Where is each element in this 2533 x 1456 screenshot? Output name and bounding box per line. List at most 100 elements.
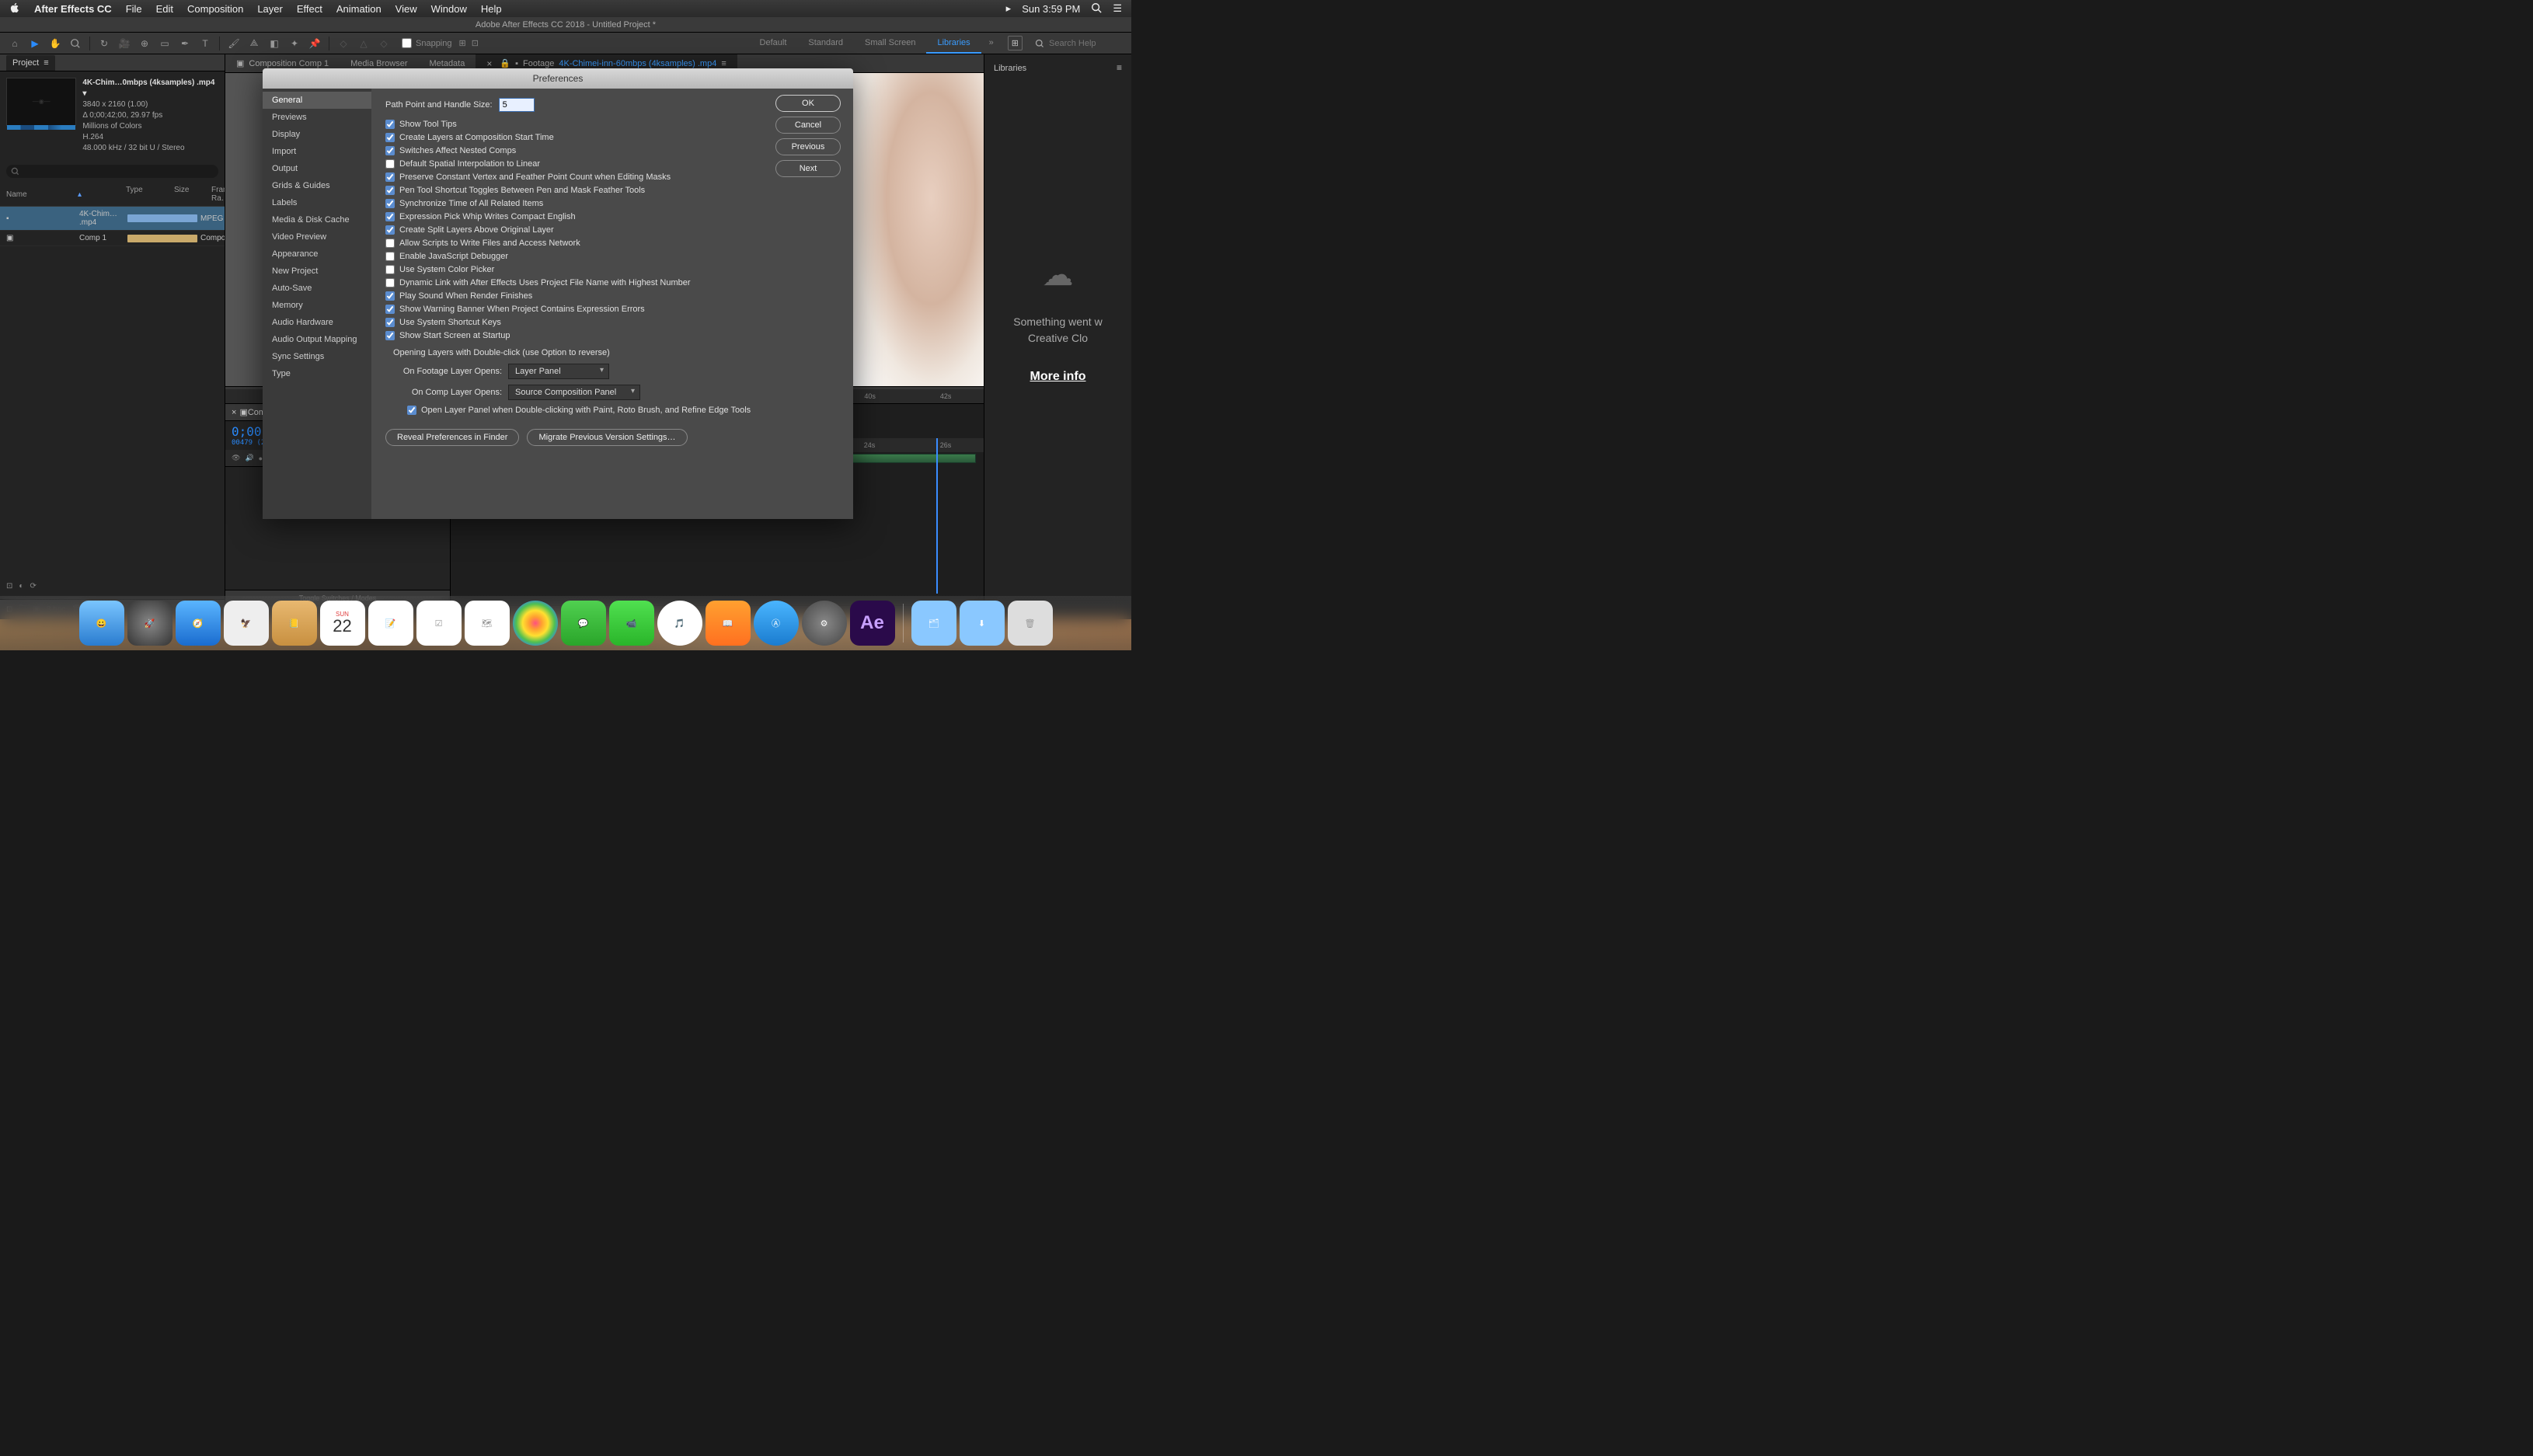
label-swatch[interactable] [127,214,197,222]
safari-icon[interactable]: 🧭 [176,601,221,646]
path-size-input[interactable] [499,98,535,112]
prefs-cat-audio-hw[interactable]: Audio Hardware [263,314,371,331]
menu-view[interactable]: View [395,3,417,15]
prefs-cat-import[interactable]: Import [263,143,371,160]
menu-window[interactable]: Window [431,3,467,15]
prefs-cat-video-preview[interactable]: Video Preview [263,228,371,246]
menu-effect[interactable]: Effect [297,3,322,15]
playhead[interactable] [936,438,938,594]
workspace-standard[interactable]: Standard [797,33,854,54]
itunes-icon[interactable]: 🎵 [657,601,702,646]
text-tool-icon[interactable]: T [197,35,214,52]
zoom-tool-icon[interactable] [67,35,84,52]
puppet-tool-icon[interactable]: 📌 [306,35,323,52]
menu-help[interactable]: Help [481,3,502,15]
prefs-check-0[interactable]: Show Tool Tips [385,120,457,129]
label-swatch[interactable] [127,235,197,242]
notes-icon[interactable]: 📝 [368,601,413,646]
messages-icon[interactable]: 💬 [561,601,606,646]
notification-icon[interactable]: ▸ [1006,2,1012,15]
search-help[interactable] [1029,37,1125,51]
prefs-cat-display[interactable]: Display [263,126,371,143]
close-icon[interactable]: × [232,408,236,417]
prefs-cat-sync[interactable]: Sync Settings [263,348,371,365]
pen-tool-icon[interactable]: ✒ [176,35,193,52]
audio-icon[interactable]: 🔊 [245,454,253,462]
prefs-cat-grids[interactable]: Grids & Guides [263,177,371,194]
trash-icon[interactable]: 🗑 [1008,601,1053,646]
mail-icon[interactable]: 🦅 [224,601,269,646]
prefs-cat-memory[interactable]: Memory [263,297,371,314]
prefs-check-7[interactable]: Expression Pick Whip Writes Compact Engl… [385,212,576,221]
cc-home-icon[interactable]: ⊞ [1008,36,1023,51]
roto-tool-icon[interactable]: ✦ [286,35,303,52]
prefs-check-12[interactable]: Dynamic Link with After Effects Uses Pro… [385,278,691,287]
maps-icon[interactable]: 🗺 [465,601,510,646]
settings-icon[interactable]: ⚙ [802,601,847,646]
pan-behind-tool-icon[interactable]: ⊕ [136,35,153,52]
rect-tool-icon[interactable]: ▭ [156,35,173,52]
prefs-check-1[interactable]: Create Layers at Composition Start Time [385,133,554,142]
rq-icon[interactable]: ⊡ [6,582,12,590]
prefs-cat-general[interactable]: General [263,92,371,109]
menu-layer[interactable]: Layer [257,3,283,15]
previous-button[interactable]: Previous [775,138,841,155]
apple-icon[interactable] [9,2,20,16]
reveal-prefs-button[interactable]: Reveal Preferences in Finder [385,429,519,446]
clone-tool-icon[interactable]: ⟁ [246,35,263,52]
home-icon[interactable]: ⌂ [6,35,23,52]
next-button[interactable]: Next [775,160,841,177]
eraser-tool-icon[interactable]: ◧ [266,35,283,52]
photos-icon[interactable] [513,601,558,646]
contacts-icon[interactable]: 📒 [272,601,317,646]
launchpad-icon[interactable]: 🚀 [127,601,172,646]
prefs-check-10[interactable]: Enable JavaScript Debugger [385,252,508,261]
prefs-check-8[interactable]: Create Split Layers Above Original Layer [385,225,554,235]
menu-file[interactable]: File [126,3,142,15]
eye-icon[interactable]: 👁 [232,454,240,462]
prefs-check-3[interactable]: Default Spatial Interpolation to Linear [385,159,540,169]
project-tab[interactable]: Project ≡ [6,55,55,71]
cancel-button[interactable]: Cancel [775,117,841,134]
clock[interactable]: Sun 3:59 PM [1022,3,1080,15]
snapping-checkbox[interactable] [402,38,412,48]
hand-tool-icon[interactable]: ✋ [47,35,64,52]
snap-options-icon[interactable]: ⊞ [459,38,466,48]
prefs-cat-type[interactable]: Type [263,365,371,382]
prefs-check-6[interactable]: Synchronize Time of All Related Items [385,199,543,208]
selection-tool-icon[interactable]: ▶ [26,35,44,52]
prefs-cat-audio-out[interactable]: Audio Output Mapping [263,331,371,348]
open-layer-check[interactable]: Open Layer Panel when Double-clicking wi… [407,406,751,415]
project-search[interactable] [6,165,218,178]
prefs-check-15[interactable]: Use System Shortcut Keys [385,318,501,327]
footage-layer-dropdown[interactable]: Layer Panel [508,364,609,379]
brush-tool-icon[interactable]: 🖌 [225,35,242,52]
menu-animation[interactable]: Animation [336,3,382,15]
prefs-check-2[interactable]: Switches Affect Nested Comps [385,146,516,155]
lock-icon[interactable]: 🔒 [500,58,510,68]
menu-composition[interactable]: Composition [187,3,243,15]
appstore-icon[interactable]: Ⓐ [754,601,799,646]
more-info-link[interactable]: More info [994,370,1122,384]
aftereffects-icon[interactable]: Ae [850,601,895,646]
workspace-libraries[interactable]: Libraries [926,33,981,54]
spotlight-icon[interactable] [1091,2,1102,16]
calendar-icon[interactable]: SUN22 [320,601,365,646]
prefs-cat-appearance[interactable]: Appearance [263,246,371,263]
project-row[interactable]: ▪4K-Chim… .mp4 MPEG 252 MB 29.97 [0,207,225,231]
prefs-check-16[interactable]: Show Start Screen at Startup [385,331,510,340]
prefs-cat-previews[interactable]: Previews [263,109,371,126]
prefs-cat-new-project[interactable]: New Project [263,263,371,280]
libraries-tab[interactable]: Libraries [994,64,1026,73]
migrate-button[interactable]: Migrate Previous Version Settings… [527,429,687,446]
prefs-check-13[interactable]: Play Sound When Render Finishes [385,291,532,301]
reminders-icon[interactable]: ☑ [416,601,462,646]
prefs-check-14[interactable]: Show Warning Banner When Project Contain… [385,305,645,314]
panel-menu-icon[interactable]: ≡ [721,59,726,68]
panel-menu-icon[interactable]: ≡ [1117,62,1122,73]
finder-icon[interactable]: 😀 [79,601,124,646]
rotation-tool-icon[interactable]: ↻ [96,35,113,52]
workspace-default[interactable]: Default [749,33,798,54]
workspace-smallscreen[interactable]: Small Screen [854,33,926,54]
rq-icon[interactable]: ◐ [19,582,23,590]
